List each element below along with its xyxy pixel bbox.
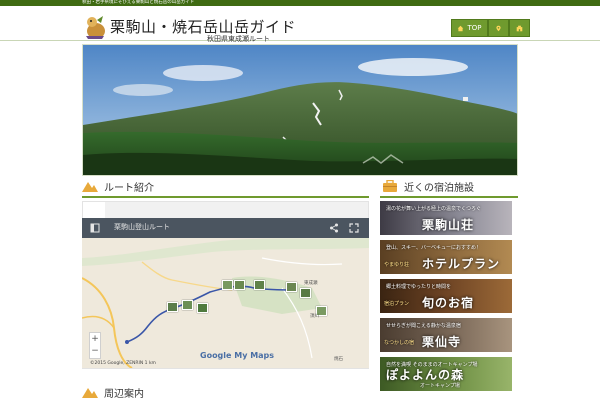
banner-poyoyon-no-mori[interactable]: 自然を満喫 そのままのオートキャンプ場 ぽよよんの森 オートキャンプ場 xyxy=(380,357,512,391)
zoom-in-button[interactable]: + xyxy=(90,333,100,345)
banner-subtitle: なつかしの宿 xyxy=(384,340,415,346)
banner-subtitle: 宿泊プラン xyxy=(384,301,410,307)
hotel-icon xyxy=(516,25,523,31)
zoom-out-button[interactable]: − xyxy=(90,345,100,357)
pin-icon xyxy=(496,25,501,31)
nearby-section-title: 周辺案内 xyxy=(104,388,144,400)
home-icon xyxy=(458,25,464,31)
nav-access-button[interactable] xyxy=(488,19,509,37)
map-photo-marker[interactable] xyxy=(286,282,297,292)
map-photo-marker[interactable] xyxy=(300,288,311,298)
banner-caption: 郷土料理でゆったりと時間を xyxy=(386,284,452,290)
embedded-google-map[interactable]: 栗駒山登山ルート 東成瀬 須川 焼石 + − Google My Maps ©2… xyxy=(82,218,369,368)
nav-hotel-button[interactable] xyxy=(509,19,530,37)
banner-subtitle: やまゆり荘 xyxy=(384,262,410,268)
mountain-icon xyxy=(82,182,98,192)
map-place-label: 須川 xyxy=(310,314,319,319)
map-copyright: ©2015 Google, ZENRIN 1 km xyxy=(90,361,156,366)
banner-caption: せせらぎが聞こえる静かな温泉宿 xyxy=(386,323,461,329)
site-subtitle: 秋田県東成瀬ルート xyxy=(207,35,270,43)
google-my-maps-logo: Google My Maps xyxy=(200,351,275,360)
banner-title: 栗仙寺 xyxy=(422,335,462,349)
map-title: 栗駒山登山ルート xyxy=(114,223,170,231)
suitcase-icon xyxy=(383,180,397,192)
map-tab xyxy=(83,202,105,218)
banner-yamayuri-so[interactable]: 登山、スキー、バーベキューにおすすめ！ やまゆり荘 ホテルプラン xyxy=(380,240,512,274)
map-legend-icon[interactable] xyxy=(90,223,100,233)
map-place-label: 焼石 xyxy=(334,357,343,362)
map-zoom-control: + − xyxy=(89,332,101,359)
header-nav: TOP xyxy=(451,19,530,37)
map-photo-marker[interactable] xyxy=(254,280,265,290)
banner-title: 旬のお宿 xyxy=(422,296,475,310)
map-photo-marker[interactable] xyxy=(197,303,208,313)
banner-kurikoma-sanso[interactable]: 湯の花が舞い上がる極上の温泉でくつろぐ 栗駒山荘 xyxy=(380,201,512,235)
lodging-section-rule xyxy=(380,196,518,198)
lodging-section-header: 近くの宿泊施設 xyxy=(382,178,474,194)
banner-shun-no-oyado[interactable]: 郷土料理でゆったりと時間を 宿泊プラン 旬のお宿 xyxy=(380,279,512,313)
map-photo-marker[interactable] xyxy=(167,302,178,312)
banner-title: ぽよよんの森 xyxy=(386,368,465,382)
map-place-label: 東成瀬 xyxy=(304,281,318,286)
banner-caption: 湯の花が舞い上がる極上の温泉でくつろぐ xyxy=(386,206,482,212)
banner-caption: 登山、スキー、バーベキューにおすすめ！ xyxy=(386,245,481,251)
map-photo-marker[interactable] xyxy=(182,300,193,310)
map-photo-marker[interactable] xyxy=(222,280,233,290)
map-toolbar: 栗駒山登山ルート xyxy=(82,218,369,238)
route-section-rule xyxy=(82,196,369,198)
banner-title: 栗駒山荘 xyxy=(422,218,475,232)
nav-top-button[interactable]: TOP xyxy=(451,19,488,37)
nav-top-label: TOP xyxy=(467,24,482,32)
fullscreen-icon[interactable] xyxy=(349,223,359,233)
route-section-header: ルート紹介 xyxy=(82,178,154,194)
mountain-icon xyxy=(82,388,98,398)
map-photo-marker[interactable] xyxy=(234,280,245,290)
banner-title: ホテルプラン xyxy=(422,257,501,271)
lodging-section-title: 近くの宿泊施設 xyxy=(404,182,474,194)
route-section-title: ルート紹介 xyxy=(104,182,154,194)
nearby-section-header: 周辺案内 xyxy=(82,384,144,400)
site-header: 栗駒山・焼石岳山岳ガイド 秋田県東成瀬ルート TOP xyxy=(0,6,600,43)
banner-kurisenji[interactable]: せせらぎが聞こえる静かな温泉宿 なつかしの宿 栗仙寺 xyxy=(380,318,512,352)
share-icon[interactable] xyxy=(329,223,339,233)
banner-subtitle: オートキャンプ場 xyxy=(420,383,460,389)
mascot-logo-icon[interactable] xyxy=(82,14,108,40)
hero-mountain-image xyxy=(82,44,518,176)
